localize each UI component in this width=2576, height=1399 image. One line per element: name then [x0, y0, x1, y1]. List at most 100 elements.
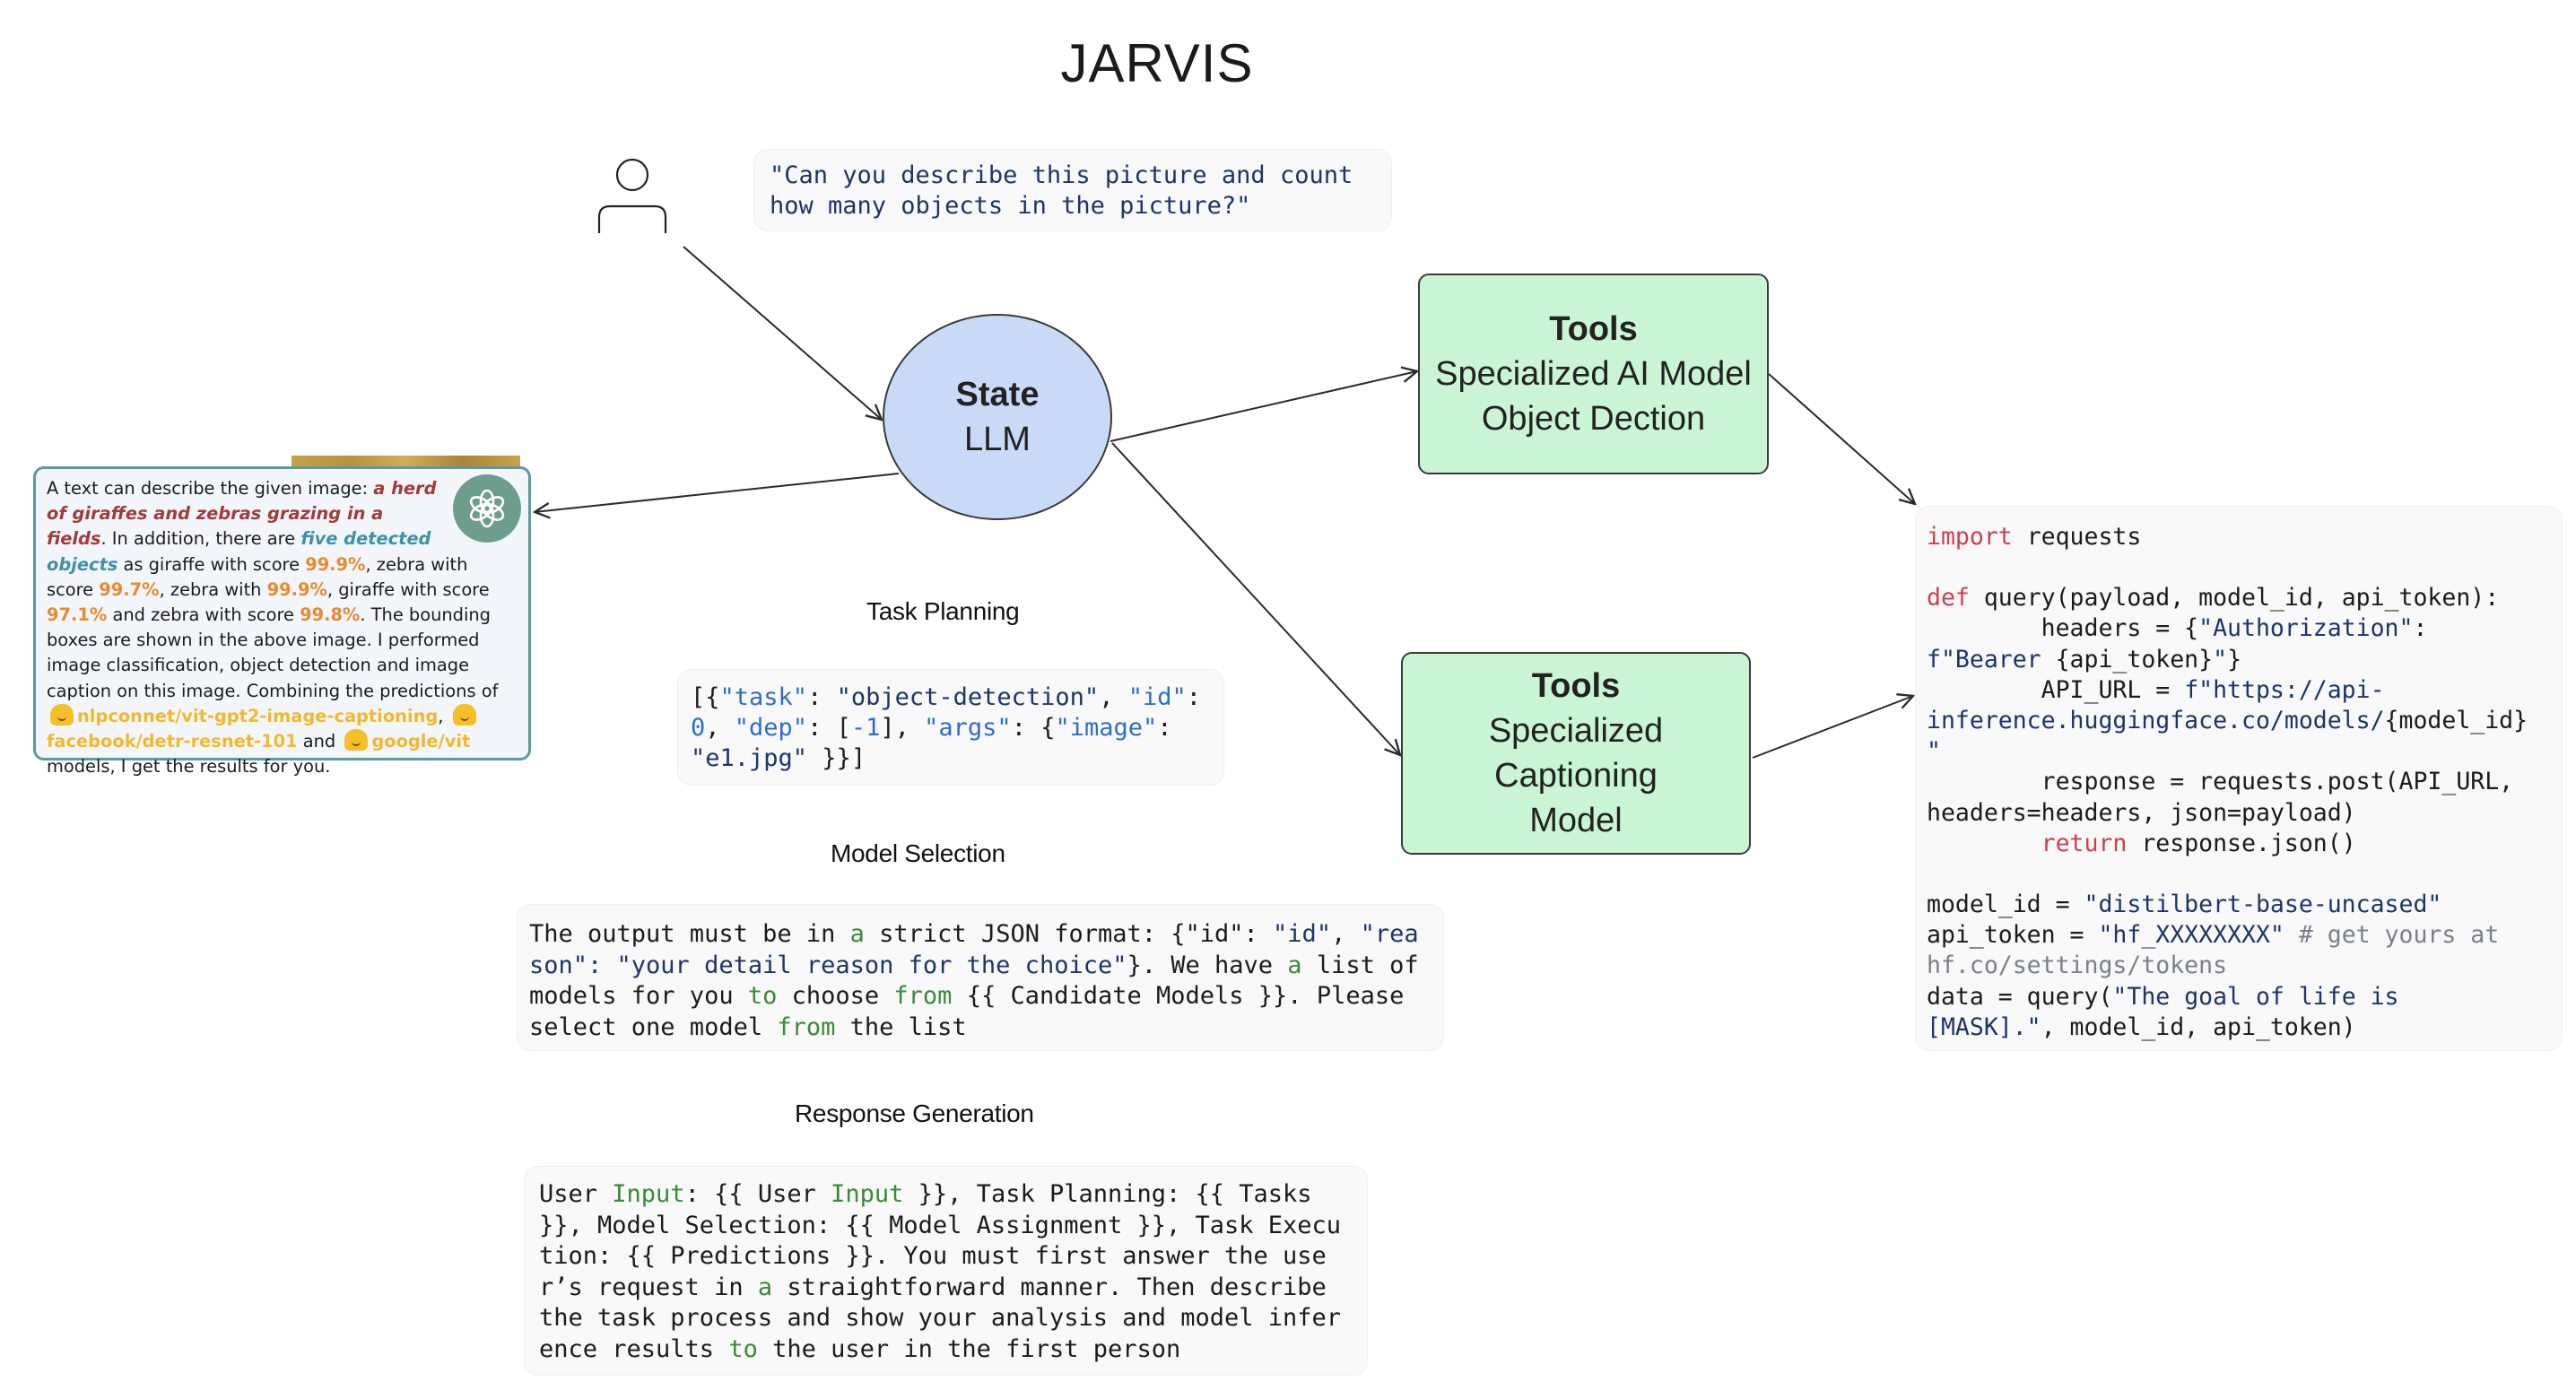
code-line: def query(payload, model_id, api_token): [1927, 583, 2551, 613]
code-token: # get yours at [2284, 921, 2500, 950]
code-token: "distilbert-base-uncased" [2084, 891, 2442, 919]
edge-tools-captioning-to-code [1752, 696, 1913, 759]
edge-state-to-tools-detection [1110, 371, 1417, 442]
code-token: return [2041, 829, 2128, 857]
code-line: api_token = "hf_XXXXXXXX" # get yours at [1927, 920, 2551, 951]
code-token: f"Bearer [1927, 645, 2056, 673]
code-line: model_id = "distilbert-base-uncased" [1927, 890, 2551, 920]
hugging-face-emoji-icon [452, 703, 476, 726]
code-token: model_id = [1927, 891, 2084, 919]
edge-user-to-state [683, 246, 882, 420]
code-token: "object-detection" [836, 683, 1100, 711]
tools-line: Model [1529, 802, 1623, 839]
response-generation-label: Response Generation [795, 1099, 1034, 1127]
code-line: data = query("The goal of life is [1927, 982, 2551, 1012]
code-token: from [777, 1012, 836, 1041]
edge-tools-detection-to-code [1768, 373, 1915, 504]
response-text: and [297, 731, 342, 752]
code-token: import [1927, 523, 2013, 551]
code-token: Input [612, 1180, 685, 1208]
code-token: the user in the first person [757, 1334, 1181, 1363]
user-query-box: "Can you describe this picture and count… [753, 149, 1392, 231]
code-token: response.json() [2127, 829, 2356, 857]
code-token: -1 [850, 714, 881, 742]
code-token: : { [1011, 714, 1056, 742]
code-token: {api_token} [2055, 645, 2214, 673]
code-line: hf.co/settings/tokens [1927, 951, 2551, 981]
tools-line: Specialized Captioning [1488, 712, 1664, 795]
code-token: strict JSON format: {"id": [864, 920, 1274, 948]
code-token: [MASK]." [1927, 1012, 2041, 1041]
response-text: models, I get the results for you. [47, 756, 331, 778]
response-text: and zebra with score [107, 604, 300, 626]
response-text: , zebra with [159, 578, 267, 600]
code-token: : [2413, 614, 2442, 643]
code-token: choose [777, 982, 894, 1010]
code-token: {model_id} [2384, 707, 2528, 735]
openai-logo-icon [453, 474, 521, 543]
code-token: query(payload, model_id, api_token): [1969, 584, 2500, 613]
highlighted-text: 99.9% [266, 578, 327, 600]
code-token: "id" [1127, 683, 1187, 711]
tools-line: Specialized AI Model [1435, 355, 1752, 393]
code-token: from [893, 982, 953, 1010]
code-token: : [1157, 714, 1187, 742]
code-token: } [2227, 645, 2242, 673]
code-token: " [1927, 737, 1941, 766]
response-text: , [438, 705, 449, 726]
code-token: to [747, 982, 778, 1010]
response-text: . In addition, there are [100, 528, 301, 550]
tools-title: Tools [1549, 310, 1638, 348]
tools-title: Tools [1531, 667, 1621, 705]
highlighted-text: 99.7% [99, 578, 160, 600]
code-line: headers=headers, json=payload) [1927, 798, 2551, 829]
highlighted-text: 99.8% [300, 604, 361, 626]
edge-state-to-response [535, 473, 900, 512]
code-token: "The goal of life is [2112, 982, 2399, 1011]
code-token: def [1927, 584, 1970, 613]
code-token: }. We have [1127, 951, 1288, 979]
code-line: inference.huggingface.co/models/{model_i… [1927, 706, 2551, 736]
code-token: The output must be in [529, 920, 850, 948]
code-token: [{ [691, 683, 720, 711]
task-planning-box: [{"task": "object-detection", "id": 0, "… [677, 669, 1224, 786]
code-token: hf.co/settings/tokens [1927, 951, 2228, 980]
code-token: a [757, 1273, 773, 1301]
code-token: " [2213, 645, 2228, 673]
hugging-face-emoji-icon [50, 703, 74, 726]
code-token: , [1331, 920, 1361, 948]
code-token: 0 [691, 714, 706, 742]
code-token: : [ [807, 714, 851, 742]
tools-line: Object Dection [1481, 400, 1706, 438]
code-token: "id" [1273, 920, 1332, 948]
response-generation-box: User Input: {{ User Input }}, Task Plann… [524, 1166, 1368, 1376]
code-token: "e1.jpg" [691, 744, 808, 772]
user-icon [592, 152, 673, 235]
result-image-thumbnail [292, 456, 520, 466]
state-node-subtitle: LLM [964, 421, 1031, 458]
code-line: f"Bearer {api_token}"} [1927, 645, 2551, 675]
highlighted-text: facebook/detr-resnet-101 [47, 731, 298, 752]
code-line: API_URL = f"https://api- [1927, 675, 2551, 706]
tools-captioning-node: Tools Specialized Captioning Model [1401, 652, 1751, 855]
highlighted-text: 97.1% [47, 604, 108, 626]
code-token: , [1099, 683, 1128, 711]
state-llm-node: State LLM [883, 314, 1112, 520]
model-selection-label: Model Selection [831, 839, 1005, 867]
code-token: api_token = [1927, 921, 2099, 950]
code-line: headers = {"Authorization": [1927, 613, 2551, 644]
code-token: "dep" [734, 714, 808, 742]
code-line: " [1927, 736, 2551, 767]
code-token: , model_id, api_token) [2041, 1012, 2356, 1041]
diagram-title: JARVIS [1060, 33, 1254, 93]
code-line: return response.json() [1927, 829, 2551, 859]
code-line: [MASK].", model_id, api_token) [1927, 1012, 2551, 1043]
code-token: inference.huggingface.co/models/ [1927, 707, 2385, 735]
code-token: the list [835, 1012, 967, 1041]
assistant-response-text: A text can describe the given image: a h… [47, 478, 498, 777]
code-line: import requests [1927, 522, 2551, 552]
code-token: : [1186, 683, 1216, 711]
